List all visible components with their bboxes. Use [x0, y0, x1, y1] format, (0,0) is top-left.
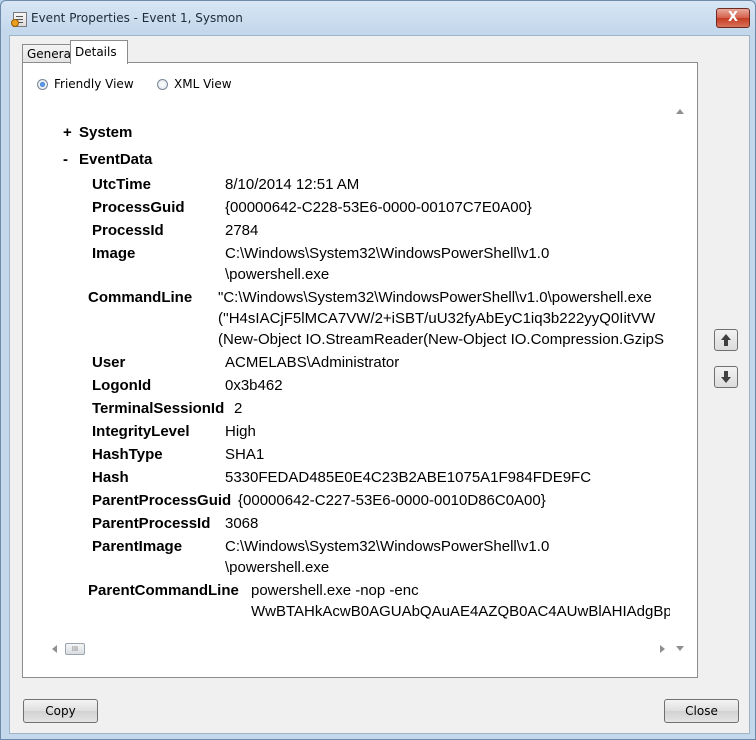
collapse-toggle[interactable]: -: [63, 150, 68, 170]
field-key: ParentCommandLine: [88, 582, 239, 599]
field-value-continued: \powershell.exe: [225, 266, 330, 283]
field-value: SHA1: [225, 446, 265, 463]
radio-selected-icon: [37, 78, 48, 90]
field-value-continued: (''H4sIACjF5lMCA7VW/2+iSBT/uU32fyAbEyC1i…: [218, 310, 656, 327]
field-value: 5330FEDAD485E0E4C23B2ABE1075A1F984FDE9FC: [225, 469, 592, 486]
arrow-down-icon: [721, 371, 731, 383]
field-key: ParentProcessId: [92, 515, 211, 532]
title-bar[interactable]: Event Properties - Event 1, Sysmon X: [1, 1, 755, 35]
field-key: Hash: [92, 469, 129, 486]
field-key: Image: [92, 245, 136, 262]
field-key: ParentImage: [92, 538, 183, 555]
field-value-continued: \powershell.exe: [225, 559, 330, 576]
event-details-viewer[interactable]: + System - EventData UtcTime 8/10/2014 1…: [47, 103, 670, 633]
scroll-down-arrow-icon[interactable]: [676, 646, 684, 651]
field-key: ProcessId: [92, 222, 164, 239]
field-value: 3068: [225, 515, 259, 532]
dialog-client-area: General Details Friendly View XML View +…: [9, 35, 750, 734]
next-event-button[interactable]: [714, 366, 738, 388]
tab-general[interactable]: General: [22, 44, 74, 63]
node-label-system: System: [79, 124, 133, 141]
field-key: TerminalSessionId: [92, 400, 225, 417]
window-title: Event Properties - Event 1, Sysmon: [31, 11, 243, 25]
field-value: C:\Windows\System32\WindowsPowerShell\v1…: [225, 538, 550, 555]
scroll-left-arrow-icon[interactable]: [52, 645, 57, 653]
field-key: CommandLine: [88, 289, 193, 306]
scroll-right-arrow-icon[interactable]: [660, 645, 665, 653]
xml-view-label: XML View: [174, 77, 232, 91]
friendly-view-radio[interactable]: Friendly View: [37, 76, 134, 92]
friendly-view-label: Friendly View: [54, 77, 134, 91]
arrow-up-icon: [721, 334, 731, 346]
field-key: UtcTime: [92, 176, 151, 193]
scroll-up-arrow-icon[interactable]: [676, 109, 684, 114]
field-value: "C:\Windows\System32\WindowsPowerShell\v…: [218, 289, 652, 306]
field-key: LogonId: [92, 377, 152, 394]
event-properties-window: Event Properties - Event 1, Sysmon X Gen…: [0, 0, 756, 740]
field-value: {00000642-C228-53E6-0000-00107C7E0A00}: [225, 199, 532, 216]
previous-event-button[interactable]: [714, 329, 738, 351]
copy-button[interactable]: Copy: [23, 699, 98, 723]
field-key: ProcessGuid: [92, 199, 185, 216]
field-value: High: [225, 423, 256, 440]
field-key: IntegrityLevel: [92, 423, 190, 440]
field-value: 2: [234, 400, 243, 417]
tab-details[interactable]: Details: [70, 40, 128, 64]
horizontal-scroll-thumb[interactable]: III: [65, 643, 85, 655]
field-value: 8/10/2014 12:51 AM: [225, 176, 360, 193]
close-button[interactable]: Close: [664, 699, 739, 723]
horizontal-scrollbar[interactable]: III: [47, 641, 670, 657]
field-value: C:\Windows\System32\WindowsPowerShell\v1…: [225, 245, 550, 262]
vertical-scrollbar[interactable]: [672, 103, 689, 657]
field-value: powershell.exe -nop -enc: [251, 582, 419, 599]
field-value-continued: WwBTAHkAcwB0AGUAbQAuAE4AZQB0AC4AUwBlAHIA…: [251, 603, 670, 620]
field-key: User: [92, 354, 126, 371]
field-key: ParentProcessGuid: [92, 492, 232, 509]
field-value: 0x3b462: [225, 377, 283, 394]
xml-view-radio[interactable]: XML View: [157, 76, 232, 92]
field-value: {00000642-C227-53E6-0000-0010D86C0A00}: [238, 492, 546, 509]
window-close-button[interactable]: X: [716, 8, 750, 28]
field-value: 2784: [225, 222, 259, 239]
details-tab-panel: Friendly View XML View + System - EventD…: [22, 62, 698, 678]
field-key: HashType: [92, 446, 163, 463]
field-value: ACMELABS\Administrator: [225, 354, 400, 371]
radio-unselected-icon: [157, 78, 168, 90]
field-value-continued: (New-Object IO.StreamReader(New-Object I…: [218, 331, 664, 348]
node-label-eventdata: EventData: [79, 151, 153, 168]
event-viewer-app-icon: [11, 12, 27, 27]
expand-toggle[interactable]: +: [63, 123, 72, 143]
